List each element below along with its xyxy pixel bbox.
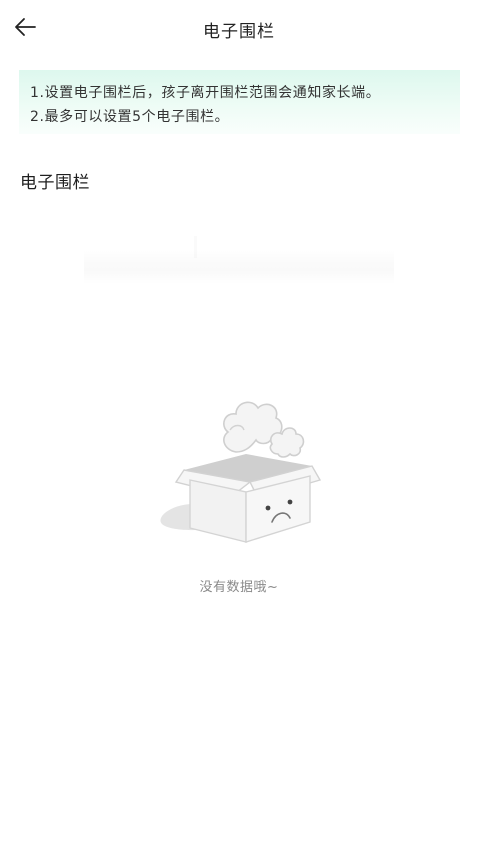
notice-line-1: 1.设置电子围栏后，孩子离开围栏范围会通知家长端。 (30, 85, 381, 101)
fence-page: 电子围栏 1.设置电子围栏后，孩子离开围栏范围会通知家长端。 2.最多可以设置5… (0, 0, 478, 850)
empty-box-icon (160, 401, 322, 543)
top-bar: 电子围栏 (0, 0, 478, 56)
ghost-band (84, 250, 394, 284)
section-title: 电子围栏 (20, 173, 90, 193)
notice-line-2: 2.最多可以设置5个电子围栏。 (30, 109, 230, 125)
page-title: 电子围栏 (203, 22, 275, 42)
notice-box: 1.设置电子围栏后，孩子离开围栏范围会通知家长端。 2.最多可以设置5个电子围栏… (19, 70, 460, 134)
empty-state-text: 没有数据哦~ (199, 580, 279, 595)
